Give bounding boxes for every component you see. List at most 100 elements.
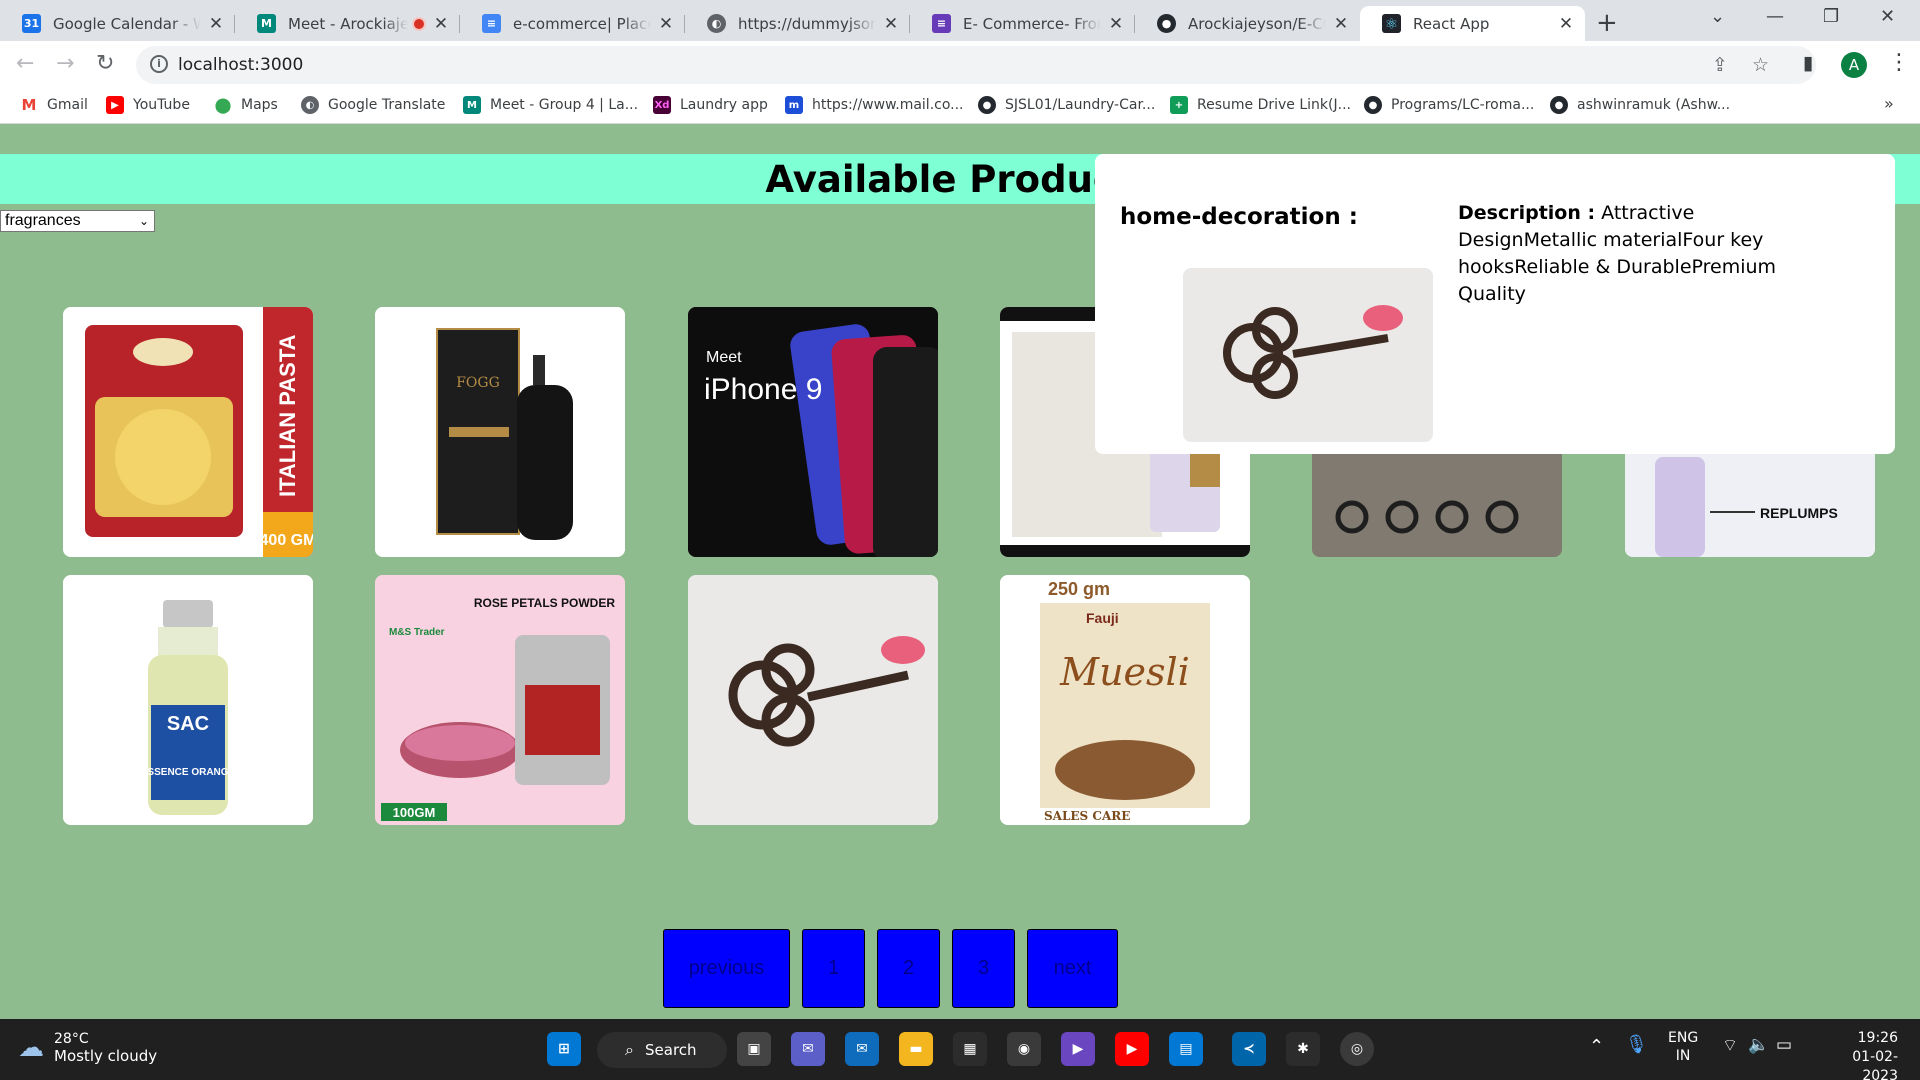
product-card-rose-powder[interactable]: ROSE PETALS POWDER M&S Trader 100GM (375, 575, 625, 825)
slack-icon[interactable]: ✱ (1286, 1032, 1320, 1066)
close-tab-icon[interactable]: ✕ (432, 14, 450, 34)
close-tab-icon[interactable]: ✕ (1557, 14, 1575, 34)
github-icon: ● (1364, 96, 1382, 114)
bookmark-youtube[interactable]: ▶ YouTube (106, 96, 190, 114)
microphone-icon[interactable]: 🎙 (1625, 1034, 1648, 1055)
site-info-icon[interactable]: i (150, 55, 168, 73)
taskbar-search-button[interactable]: ⌕ Search (597, 1032, 727, 1068)
search-icon: ⌕ (625, 1040, 634, 1059)
bookmark-gmail[interactable]: M Gmail (20, 96, 88, 114)
globe-icon: ◐ (707, 14, 726, 33)
close-window-icon[interactable]: ✕ (1880, 6, 1895, 27)
pagination-page-3-button[interactable]: 3 (952, 929, 1015, 1008)
adobe-xd-icon: Xd (653, 96, 671, 114)
wifi-icon[interactable]: ⌔ (1722, 1035, 1738, 1056)
language-indicator[interactable]: ENG IN (1668, 1029, 1698, 1065)
bookmark-mail[interactable]: m https://www.mail.co... (785, 96, 964, 114)
tab-google-calendar[interactable]: 31 Google Calendar - We ✕ (0, 6, 235, 41)
battery-icon[interactable]: ▭ (1776, 1035, 1792, 1055)
product-badge: 100GM (393, 805, 436, 820)
tab-react-app[interactable]: ⚛ React App ✕ (1360, 6, 1585, 41)
product-image: ROSE PETALS POWDER M&S Trader 100GM (375, 575, 625, 825)
back-icon[interactable]: ← (16, 51, 34, 76)
windows-taskbar: ☁ 28°C Mostly cloudy ⊞ ⌕ Search ▣ ✉ ✉ ▬ … (0, 1019, 1920, 1080)
chrome-icon[interactable]: ◎ (1340, 1032, 1374, 1066)
bookmark-resume-drive[interactable]: + Resume Drive Link(J... (1170, 96, 1351, 114)
tab-github-repo[interactable]: ● Arockiajeyson/E-COM ✕ (1135, 6, 1360, 41)
bookmark-sjsl01[interactable]: ● SJSL01/Laundry-Car... (978, 96, 1155, 114)
close-tab-icon[interactable]: ✕ (1107, 14, 1125, 34)
url-text[interactable]: localhost:3000 (178, 55, 303, 75)
volume-icon[interactable]: 🔈 (1748, 1035, 1769, 1055)
tab-meet[interactable]: M Meet - Arockiajey ✕ (235, 6, 460, 41)
camera-icon[interactable]: ◉ (1007, 1032, 1041, 1066)
menu-kebab-icon[interactable]: ⋮ (1888, 50, 1910, 75)
restore-icon[interactable]: ❐ (1823, 6, 1839, 27)
start-icon[interactable]: ⊞ (547, 1032, 581, 1066)
product-image: Meet iPhone 9 (688, 307, 938, 557)
browser-toolbar: ← → ↻ i localhost:3000 ⇪ ☆ (0, 41, 1920, 90)
product-card-iphone[interactable]: Meet iPhone 9 (688, 307, 938, 557)
pagination-previous-button[interactable]: previous (663, 929, 790, 1008)
bookmark-star-icon[interactable]: ☆ (1752, 54, 1769, 76)
tab-ecommerce-frontend[interactable]: ≡ E- Commerce- Front E ✕ (910, 6, 1135, 41)
product-image: ITALIAN PASTA 400 GM (63, 307, 313, 557)
side-panel-icon[interactable]: ▮ (1803, 52, 1813, 74)
close-tab-icon[interactable]: ✕ (1332, 14, 1350, 34)
close-tab-icon[interactable]: ✕ (882, 14, 900, 34)
github-icon: ● (978, 96, 996, 114)
bookmark-maps[interactable]: ⬤ Maps (214, 96, 278, 114)
product-card-muesli[interactable]: 250 gm Fauji Muesli SALES CARE (1000, 575, 1250, 825)
profile-avatar[interactable]: A (1841, 52, 1867, 78)
product-weight: 250 gm (1048, 579, 1110, 599)
bookmark-meet-group[interactable]: M Meet - Group 4 | La... (463, 96, 638, 114)
pagination-page-1-button[interactable]: 1 (802, 929, 865, 1008)
modal-product-image (1183, 268, 1433, 442)
modal-description-label: Description : (1458, 202, 1596, 224)
weather-widget[interactable]: ☁ 28°C Mostly cloudy (18, 1031, 157, 1065)
task-view-icon[interactable]: ▣ (737, 1032, 771, 1066)
bookmark-laundry-app[interactable]: Xd Laundry app (653, 96, 768, 114)
category-select[interactable]: fragrances ⌄ (0, 210, 155, 232)
pagination-next-button[interactable]: next (1027, 929, 1118, 1008)
product-card-key-holder[interactable] (688, 575, 938, 825)
chevron-up-icon[interactable]: ⌃ (1589, 1036, 1604, 1057)
clipchamp-icon[interactable]: ▶ (1061, 1032, 1095, 1066)
product-image: 250 gm Fauji Muesli SALES CARE (1000, 575, 1250, 825)
product-card-italian-pasta[interactable]: ITALIAN PASTA 400 GM (63, 307, 313, 557)
new-tab-button[interactable]: + (1596, 8, 1618, 38)
reload-icon[interactable]: ↻ (96, 51, 114, 76)
forward-icon[interactable]: → (56, 51, 74, 76)
product-card-fogg[interactable]: FOGG (375, 307, 625, 557)
microsoft-store-icon[interactable]: ▦ (953, 1032, 987, 1066)
youtube-icon[interactable]: ▶ (1115, 1032, 1149, 1066)
pagination-page-2-button[interactable]: 2 (877, 929, 940, 1008)
product-image-label: FOGG (456, 375, 500, 391)
file-explorer-icon[interactable]: ▬ (899, 1032, 933, 1066)
teams-chat-icon[interactable]: ✉ (791, 1032, 825, 1066)
tab-ecommerce-doc[interactable]: ≡ e-commerce| Placeme ✕ (460, 6, 685, 41)
mail-icon: m (785, 96, 803, 114)
share-icon[interactable]: ⇪ (1712, 54, 1728, 76)
product-card-orange-essence[interactable]: SAC ESSENCE ORANGE (63, 575, 313, 825)
tab-search-icon[interactable]: ⌄ (1710, 6, 1725, 27)
modal-category: home-decoration : (1120, 204, 1358, 230)
product-image-label: iPhone 9 (704, 373, 822, 406)
cloud-icon: ☁ (18, 1033, 44, 1063)
bookmark-ashwinramuk[interactable]: ● ashwinramuk (Ashw... (1550, 96, 1730, 114)
close-tab-icon[interactable]: ✕ (657, 14, 675, 34)
clock[interactable]: 19:26 01-02-2023 (1818, 1029, 1898, 1080)
tab-dummyjson[interactable]: ◐ https://dummyjson.co ✕ (685, 6, 910, 41)
address-bar[interactable]: i localhost:3000 ⇪ ☆ (136, 46, 1816, 84)
bookmarks-bar: M Gmail ▶ YouTube ⬤ Maps ◐ Google Translate … (0, 90, 1920, 124)
bookmark-programs[interactable]: ● Programs/LC-roma... (1364, 96, 1534, 114)
mail-icon[interactable]: ✉ (845, 1032, 879, 1066)
browser-tab-strip: 31 Google Calendar - We ✕ M Meet - Arock… (0, 0, 1920, 41)
notes-icon[interactable]: ▤ (1169, 1032, 1203, 1066)
minimize-icon[interactable]: — (1766, 6, 1784, 27)
bookmark-google-translate[interactable]: ◐ Google Translate (301, 96, 445, 114)
bookmarks-overflow-icon[interactable]: » (1884, 94, 1894, 113)
vscode-icon[interactable]: ≺ (1232, 1032, 1266, 1066)
chevron-down-icon: ⌄ (138, 214, 149, 228)
close-tab-icon[interactable]: ✕ (207, 14, 225, 34)
